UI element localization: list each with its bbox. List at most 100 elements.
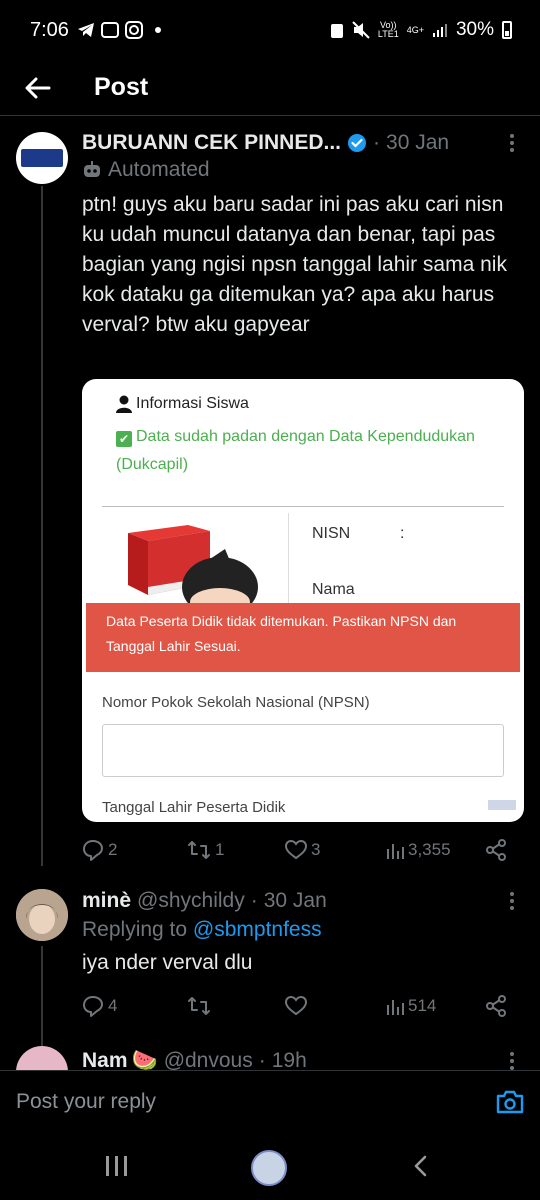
- media-title: Informasi Siswa: [116, 395, 249, 413]
- photo-icon: [182, 549, 258, 607]
- nama-label: Nama: [312, 581, 355, 598]
- reply-date[interactable]: 30 Jan: [264, 889, 327, 913]
- network-bottom: LTE1: [377, 29, 399, 39]
- avatar-logo: [21, 149, 63, 167]
- facebook-msg-icon: [100, 22, 119, 38]
- user-handle[interactable]: @shychildy: [137, 889, 245, 913]
- share-button[interactable]: [485, 991, 507, 1021]
- verified-icon: [348, 134, 367, 152]
- camera-icon[interactable]: [496, 1089, 524, 1115]
- media-divider: [102, 506, 504, 507]
- post-header: BURUANN CEK PINNED... · 30 Jan: [82, 128, 522, 158]
- robot-icon: [84, 161, 100, 177]
- post-text: ptn! guys aku baru sadar ini pas aku car…: [82, 193, 507, 336]
- like-button[interactable]: [285, 991, 307, 1021]
- replying-to-link[interactable]: @sbmptnfess: [193, 918, 322, 941]
- more-icon[interactable]: [502, 1052, 522, 1070]
- post-date[interactable]: 30 Jan: [386, 131, 449, 155]
- repost-icon: [188, 997, 210, 1015]
- dot-icon: [154, 27, 161, 33]
- like-button[interactable]: 3: [285, 835, 320, 865]
- views-count: 514: [408, 996, 437, 1015]
- reply-count: 4: [108, 996, 118, 1015]
- reply-icon: [83, 996, 103, 1017]
- app-header: Post: [0, 60, 540, 116]
- tgl-label: Tanggal Lahir Peserta Didik: [102, 799, 286, 816]
- repost-button[interactable]: 1: [187, 835, 224, 865]
- replying-to: Replying to @sbmptnfess: [82, 918, 322, 942]
- media-padan: ✔ Data sudah padan dengan Data Kependuduk…: [116, 423, 506, 479]
- more-icon[interactable]: [502, 134, 522, 152]
- like-icon: [285, 996, 307, 1016]
- views-button[interactable]: 3,355: [386, 835, 451, 865]
- post-separator: ·: [373, 131, 381, 154]
- mute-icon: [352, 21, 370, 39]
- padan-text: Data sudah padan dengan Data Kependuduka…: [116, 428, 475, 473]
- share-icon: [486, 995, 506, 1017]
- share-icon: [486, 839, 506, 861]
- telegram-icon: [77, 23, 94, 37]
- repost-button[interactable]: [187, 991, 211, 1021]
- more-icon[interactable]: [502, 892, 522, 910]
- views-count: 3,355: [408, 840, 451, 859]
- signal-icon: [432, 24, 447, 37]
- npsn-input: [102, 724, 504, 777]
- check-icon: ✔: [116, 431, 132, 447]
- views-button[interactable]: 514: [386, 991, 436, 1021]
- instagram-icon: [124, 21, 143, 39]
- status-bar: 7:06 Vo)) LTE1 4G+ 30%: [0, 0, 540, 60]
- thread-line: [41, 186, 43, 866]
- watermark-logo: [488, 800, 516, 810]
- reply-input[interactable]: Post your reply: [16, 1090, 156, 1114]
- reply-text: iya nder verval dlu: [82, 951, 253, 974]
- npsn-label: Nomor Pokok Sekolah Nasional (NPSN): [102, 694, 370, 711]
- reply-header: minè @shychildy · 30 Jan: [82, 886, 522, 916]
- post-actions: 2 1 3 3,355: [82, 835, 522, 865]
- nisn-colon: :: [400, 525, 405, 542]
- system-nav-bar: [0, 1132, 540, 1200]
- signal-type: 4G+: [406, 24, 424, 35]
- repost-icon: [188, 841, 210, 859]
- automated-text: Automated: [108, 158, 210, 181]
- battery-icon: [502, 21, 512, 39]
- alarm-icon: [330, 24, 343, 38]
- battery-percent: 30%: [455, 19, 494, 40]
- replying-prefix: Replying to: [82, 918, 188, 941]
- alert-banner: Data Peserta Didik tidak ditemukan. Past…: [86, 603, 520, 672]
- reply-actions: 4 514: [82, 991, 522, 1021]
- notification-icons: [77, 21, 161, 39]
- display-name[interactable]: minè: [82, 889, 131, 913]
- reply-count: 2: [108, 840, 118, 859]
- back-button[interactable]: [18, 68, 58, 108]
- display-name[interactable]: BURUANN CEK PINNED...: [82, 131, 341, 155]
- home-button[interactable]: [251, 1150, 287, 1186]
- reply-button[interactable]: 2: [82, 835, 117, 865]
- reply-icon: [83, 840, 103, 861]
- post-image[interactable]: Informasi Siswa ✔ Data sudah padan dengan…: [82, 379, 524, 822]
- like-count: 3: [311, 840, 321, 859]
- reply-composer: Post your reply: [0, 1070, 540, 1132]
- avatar[interactable]: [16, 889, 68, 941]
- page-title: Post: [94, 73, 149, 101]
- avatar[interactable]: [16, 132, 68, 184]
- media-title-text: Informasi Siswa: [136, 395, 249, 412]
- avatar-image: [16, 889, 68, 941]
- views-icon: [387, 844, 404, 859]
- media-vline: [288, 513, 289, 603]
- share-button[interactable]: [485, 835, 507, 865]
- status-right: Vo)) LTE1 4G+ 30%: [330, 19, 512, 41]
- like-icon: [285, 840, 307, 860]
- reply-button[interactable]: 4: [82, 991, 117, 1021]
- person-icon: [116, 395, 132, 413]
- recent-apps-button[interactable]: [106, 1156, 130, 1176]
- repost-count: 1: [215, 840, 225, 859]
- reply-separator: ·: [250, 889, 258, 912]
- nisn-label: NISN: [312, 525, 351, 542]
- nav-back-icon[interactable]: [410, 1154, 432, 1178]
- back-arrow-icon: [25, 77, 51, 98]
- network-label: Vo)) LTE1: [378, 21, 399, 39]
- views-icon: [387, 1000, 404, 1015]
- thread-line: [41, 946, 43, 1046]
- status-time: 7:06: [30, 18, 69, 41]
- automated-label: Automated: [82, 158, 210, 182]
